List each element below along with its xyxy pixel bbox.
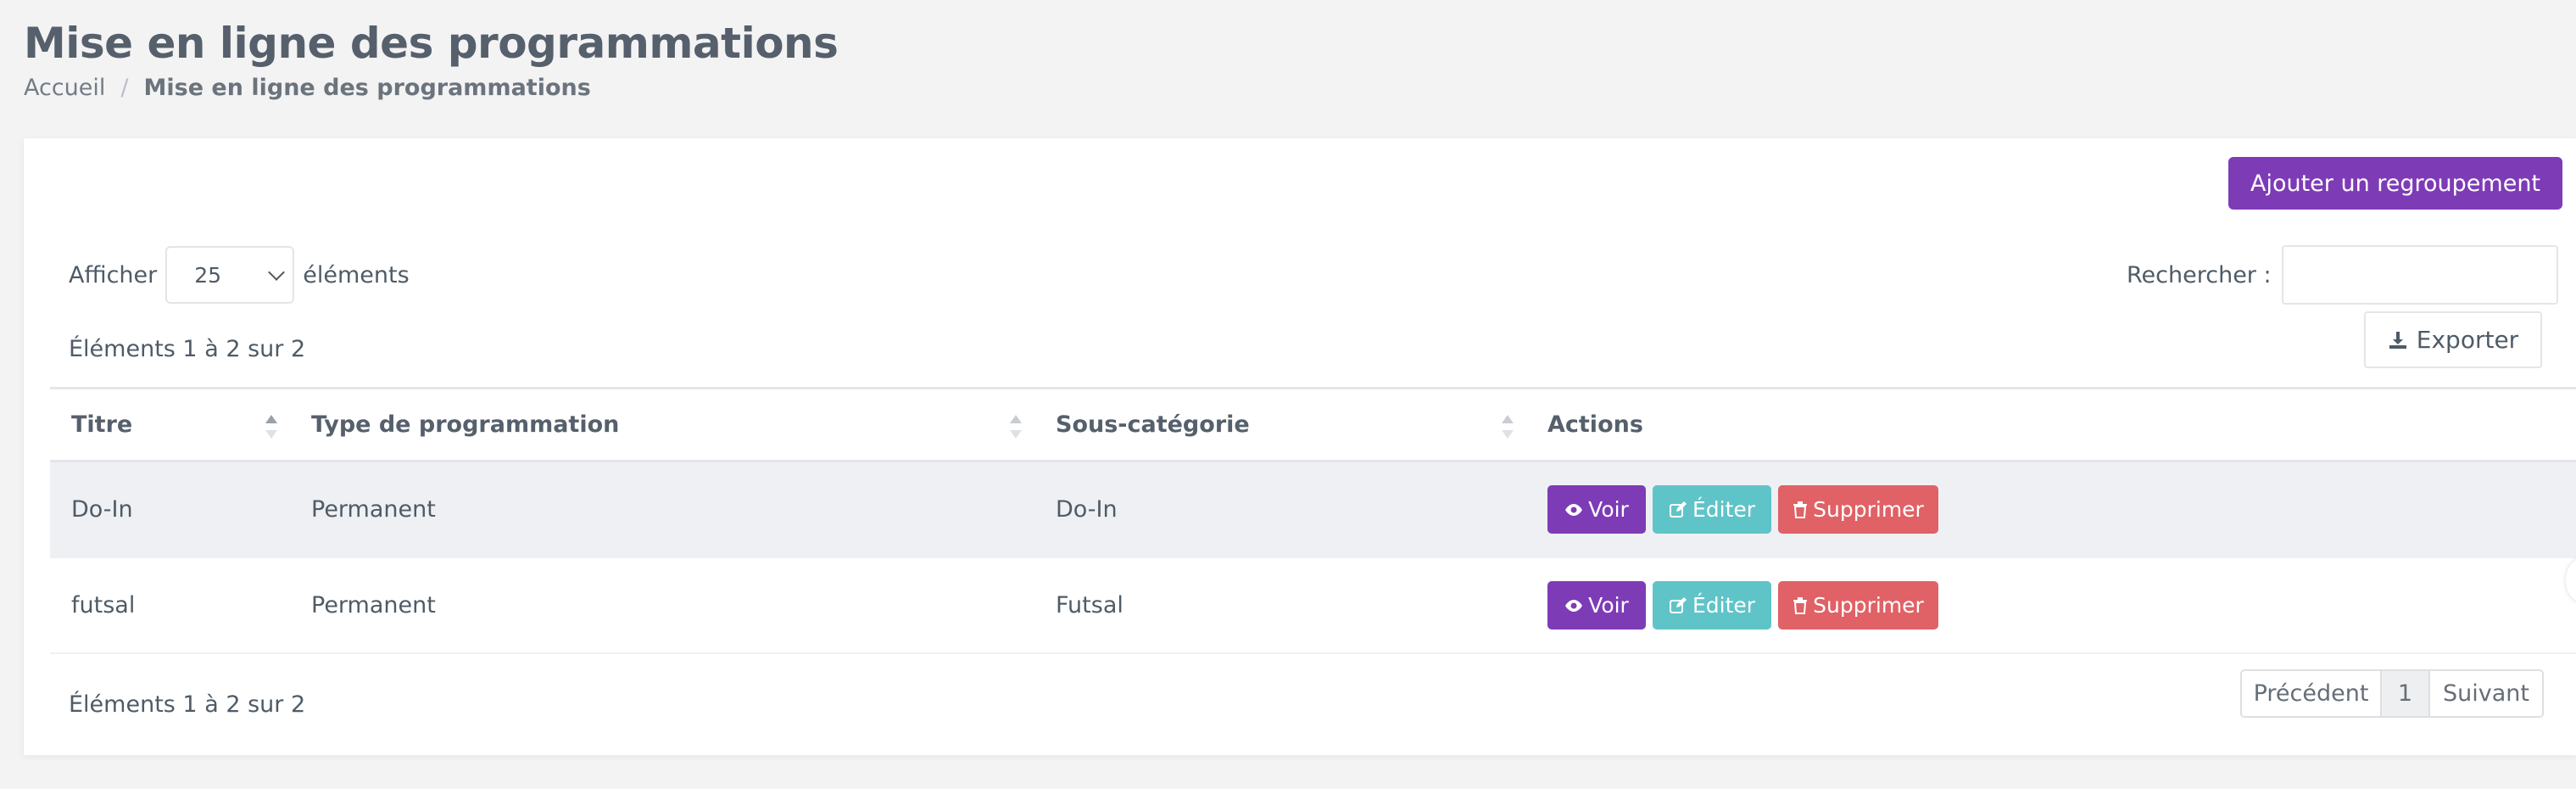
- length-control: Afficher 25 éléments: [69, 246, 410, 304]
- table-info-bottom: Éléments 1 à 2 sur 2: [69, 691, 306, 718]
- table-header: Titre Type de programmation Sous-catégor…: [50, 389, 2576, 462]
- edit-button[interactable]: Éditer: [1653, 485, 1771, 534]
- column-label: Titre: [71, 411, 133, 438]
- delete-button[interactable]: Supprimer: [1778, 581, 1938, 630]
- edit-button[interactable]: Éditer: [1653, 581, 1771, 630]
- export-button[interactable]: Exporter: [2364, 311, 2542, 368]
- eye-icon: [1565, 503, 1583, 516]
- table-row: Do-In Permanent Do-In Voir Éditer Suppri…: [50, 462, 2576, 558]
- delete-label: Supprimer: [1813, 593, 1924, 618]
- eye-icon: [1565, 599, 1583, 612]
- data-table: Titre Type de programmation Sous-catégor…: [50, 387, 2576, 654]
- column-label: Sous-catégorie: [1056, 411, 1250, 438]
- cell-actions: Voir Éditer Supprimer: [1526, 462, 2576, 557]
- pagination: Précédent 1 Suivant: [2240, 669, 2544, 718]
- sort-icon: [265, 415, 278, 440]
- cell-actions: Voir Éditer Supprimer: [1526, 558, 2576, 652]
- column-header-actions: Actions: [1526, 389, 2576, 460]
- cell-type: Permanent: [311, 496, 436, 523]
- view-button[interactable]: Voir: [1547, 485, 1646, 534]
- content-card: Ajouter un regroupement Afficher 25 élém…: [24, 138, 2576, 755]
- column-header-titre[interactable]: Titre: [50, 389, 290, 460]
- delete-label: Supprimer: [1813, 497, 1924, 522]
- column-label: Actions: [1547, 411, 1643, 438]
- column-header-sous-categorie[interactable]: Sous-catégorie: [1034, 389, 1526, 460]
- pagination-previous[interactable]: Précédent: [2242, 671, 2382, 716]
- download-icon: [2389, 331, 2406, 349]
- trash-icon: [1793, 501, 1808, 518]
- length-suffix: éléments: [303, 261, 410, 288]
- search-input[interactable]: [2281, 245, 2558, 305]
- cell-sous-categorie: Do-In: [1056, 496, 1118, 523]
- search-control: Rechercher :: [2127, 245, 2558, 305]
- cell-type: Permanent: [311, 592, 436, 618]
- chevron-down-icon: [268, 264, 286, 281]
- breadcrumb-current: Mise en ligne des programmations: [143, 75, 591, 101]
- edit-icon: [1669, 501, 1687, 518]
- length-prefix: Afficher: [69, 261, 158, 288]
- breadcrumb-home[interactable]: Accueil: [24, 75, 105, 101]
- cell-titre: futsal: [71, 592, 136, 618]
- column-label: Type de programmation: [311, 411, 620, 438]
- view-button[interactable]: Voir: [1547, 581, 1646, 630]
- view-label: Voir: [1588, 497, 1629, 522]
- length-select[interactable]: 25: [165, 246, 295, 304]
- edit-icon: [1669, 596, 1687, 613]
- delete-button[interactable]: Supprimer: [1778, 485, 1938, 534]
- edit-label: Éditer: [1692, 593, 1756, 618]
- table-info-top: Éléments 1 à 2 sur 2: [69, 336, 306, 362]
- trash-icon: [1793, 596, 1808, 614]
- edit-label: Éditer: [1692, 497, 1756, 522]
- pagination-next[interactable]: Suivant: [2430, 671, 2542, 716]
- sort-icon: [1501, 415, 1514, 440]
- pagination-page-1[interactable]: 1: [2382, 671, 2430, 716]
- add-group-button[interactable]: Ajouter un regroupement: [2228, 157, 2562, 210]
- export-label: Exporter: [2416, 326, 2519, 354]
- column-header-type[interactable]: Type de programmation: [290, 389, 1034, 460]
- cell-sous-categorie: Futsal: [1056, 592, 1124, 618]
- sort-icon: [1009, 415, 1023, 440]
- table-row: futsal Permanent Futsal Voir Éditer Supp…: [50, 558, 2576, 654]
- view-label: Voir: [1588, 593, 1629, 618]
- search-label: Rechercher :: [2127, 261, 2272, 288]
- breadcrumb: Accueil / Mise en ligne des programmatio…: [24, 75, 591, 101]
- length-value: 25: [194, 262, 222, 288]
- cell-titre: Do-In: [71, 496, 133, 523]
- breadcrumb-separator: /: [120, 75, 129, 101]
- page-title: Mise en ligne des programmations: [24, 19, 839, 68]
